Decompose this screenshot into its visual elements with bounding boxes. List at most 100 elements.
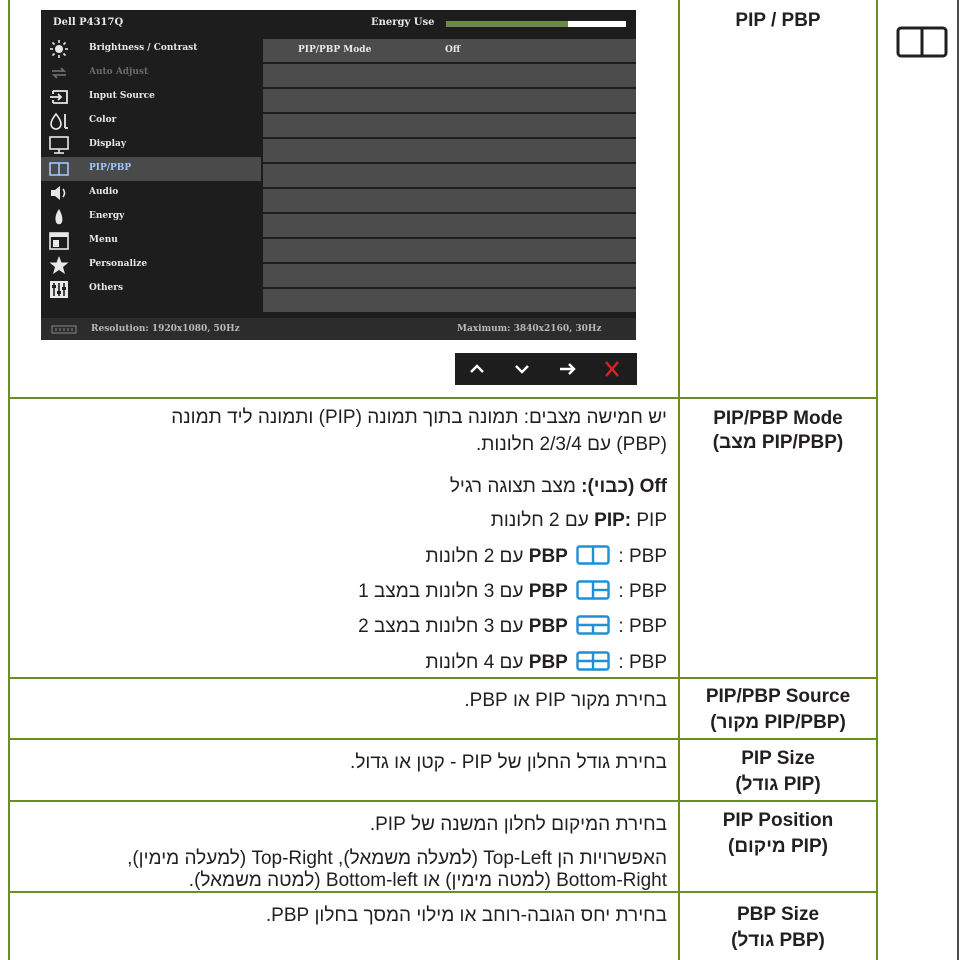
mode-pbp-3b-text: : PBP עם 3 חלונות במצב 2 [358,616,667,637]
mode-title: PIP/PBP Mode [713,408,843,429]
mode-pbp-4: PBP : PBP עם 4 חלונות [425,651,667,674]
mode-pbp-3a: PBP : PBP עם 3 חלונות במצב 1 [358,580,667,603]
osd-menu: Dell P4317Q Energy Use Brightness / Cont… [41,10,636,340]
energy-icon [55,209,63,225]
mode-off: Off (כבוי): מצב תצוגה רגיל [450,476,667,498]
mode-pbp-3b: PBP : PBP עם 3 חלונות במצב 2 [358,615,667,638]
menu-item-input-source[interactable]: Input Source [41,85,261,109]
menu-label: Menu [89,235,118,245]
table-border-left [8,0,10,960]
mode-pbp-label: PBP [528,546,568,567]
source-description: בחירת מקור PIP או PBP. [464,690,667,711]
section-title: PIP / PBP [735,10,821,31]
menu-label: Color [89,115,117,125]
auto-adjust-icon [51,67,67,79]
osd-status-bar: Resolution: 1920x1080, 50Hz Maximum: 384… [41,318,636,340]
brightness-icon [50,40,68,58]
menu-item-personalize[interactable]: Personalize [41,253,261,277]
menu-item-display[interactable]: Display [41,133,261,157]
exit-icon[interactable] [597,357,627,381]
row-divider [8,800,878,802]
mode-pip: PIP: PIP עם 2 חלונות [491,510,667,532]
color-icon [50,112,68,130]
pbp-size-title: PBP Size [736,904,820,925]
size-title: PIP Size [741,748,815,769]
menu-item-energy[interactable]: Energy [41,205,261,229]
source-title: PIP/PBP Source [705,686,851,707]
mode-description-line: יש חמישה מצבים: תמונה בתוך תמונה (PIP) ו… [171,407,667,428]
menu-label: Personalize [89,259,148,269]
menu-label: Input Source [89,91,155,101]
star-icon [49,256,69,274]
menu-label: Audio [89,187,119,197]
up-icon[interactable] [462,357,492,381]
menu-label: PIP/PBP [89,163,132,173]
menu-label: Others [89,283,124,293]
mode-pbp-3a-text: : PBP עם 3 חלונות במצב 1 [358,581,667,602]
setting-row-empty [263,214,636,237]
source-title-hebrew: (מקור PIP/PBP) [710,712,846,733]
table-border-right [876,0,878,960]
energy-use-label: Energy Use [371,17,435,28]
menu-label: Brightness / Contrast [89,43,198,53]
row-divider [8,397,878,399]
row-divider [8,738,878,740]
input-source-icon [50,90,68,104]
position-description-line: Bottom-Right (למטה מימין) או Bottom-left… [188,870,667,891]
down-icon[interactable] [507,357,537,381]
setting-row-empty [263,139,636,162]
mode-title-hebrew: (מצב PIP/PBP) [712,432,844,453]
setting-row-pip-pbp-mode[interactable]: PIP/PBP Mode Off [263,39,636,62]
pbp-3-window-mode1-icon [576,580,610,600]
current-resolution: Resolution: 1920x1080, 50Hz [91,324,240,334]
setting-row-empty [263,289,636,312]
menu-item-pip-pbp[interactable]: PIP/PBP [41,157,261,181]
mode-off-text: מצב תצוגה רגיל [449,476,582,497]
energy-use-fill [446,21,569,27]
menu-item-others[interactable]: Others [41,277,261,301]
size-title-hebrew: (גודל PIP) [735,774,821,795]
setting-value: Off [445,45,461,55]
page-edge-rule [957,0,959,960]
setting-row-empty [263,239,636,262]
pbp-3-window-mode2-icon [576,615,610,635]
mode-pbp-label: PBP [528,616,568,637]
position-description-line: בחירת המיקום לחלון המשנה של PIP. [369,814,667,835]
right-arrow-icon[interactable] [552,357,582,381]
pbp-4-window-icon [576,651,610,671]
setting-row-empty [263,64,636,87]
menu-label: Display [89,139,127,149]
size-description: בחירת גודל החלון של PIP - קטן או גדול. [350,752,667,773]
osd-nav-buttons [455,353,637,385]
manual-page: PIP / PBP Dell P4317Q Energy Use Brightn… [0,0,964,960]
monitor-model: Dell P4317Q [53,17,124,28]
menu-item-menu[interactable]: Menu [41,229,261,253]
pip-pbp-icon [896,26,948,58]
mode-off-label: Off (כבוי): [581,476,667,497]
menu-item-audio[interactable]: Audio [41,181,261,205]
mode-description-line: (PBP) עם 2/3/4 חלונות. [476,434,667,455]
audio-icon [51,186,66,200]
menu-item-brightness-contrast[interactable]: Brightness / Contrast [41,37,261,61]
resolution-icon [51,325,77,334]
menu-icon [49,232,69,250]
pip-pbp-icon [49,162,69,176]
mode-pbp-2: PBP : PBP עם 2 חלונות [425,545,667,568]
setting-row-empty [263,89,636,112]
display-icon [49,136,69,154]
menu-item-auto-adjust[interactable]: Auto Adjust [41,61,261,85]
setting-row-empty [263,264,636,287]
pbp-size-title-hebrew: (גודל PBP) [731,930,825,951]
menu-item-color[interactable]: Color [41,109,261,133]
energy-use-bar [446,21,626,27]
setting-label: PIP/PBP Mode [298,45,372,55]
menu-label: Energy [89,211,125,221]
others-icon [50,281,68,298]
max-resolution: Maximum: 3840x2160, 30Hz [457,324,602,334]
mode-pbp-label: PBP [528,652,568,673]
osd-main-menu: Brightness / Contrast Auto Adjust Input … [41,37,261,310]
setting-row-empty [263,164,636,187]
position-description-line: האפשרויות הן Top-Left (למעלה משמאל), Top… [127,848,667,869]
mode-pip-text: PIP עם 2 חלונות [490,510,667,531]
row-divider [8,677,878,679]
